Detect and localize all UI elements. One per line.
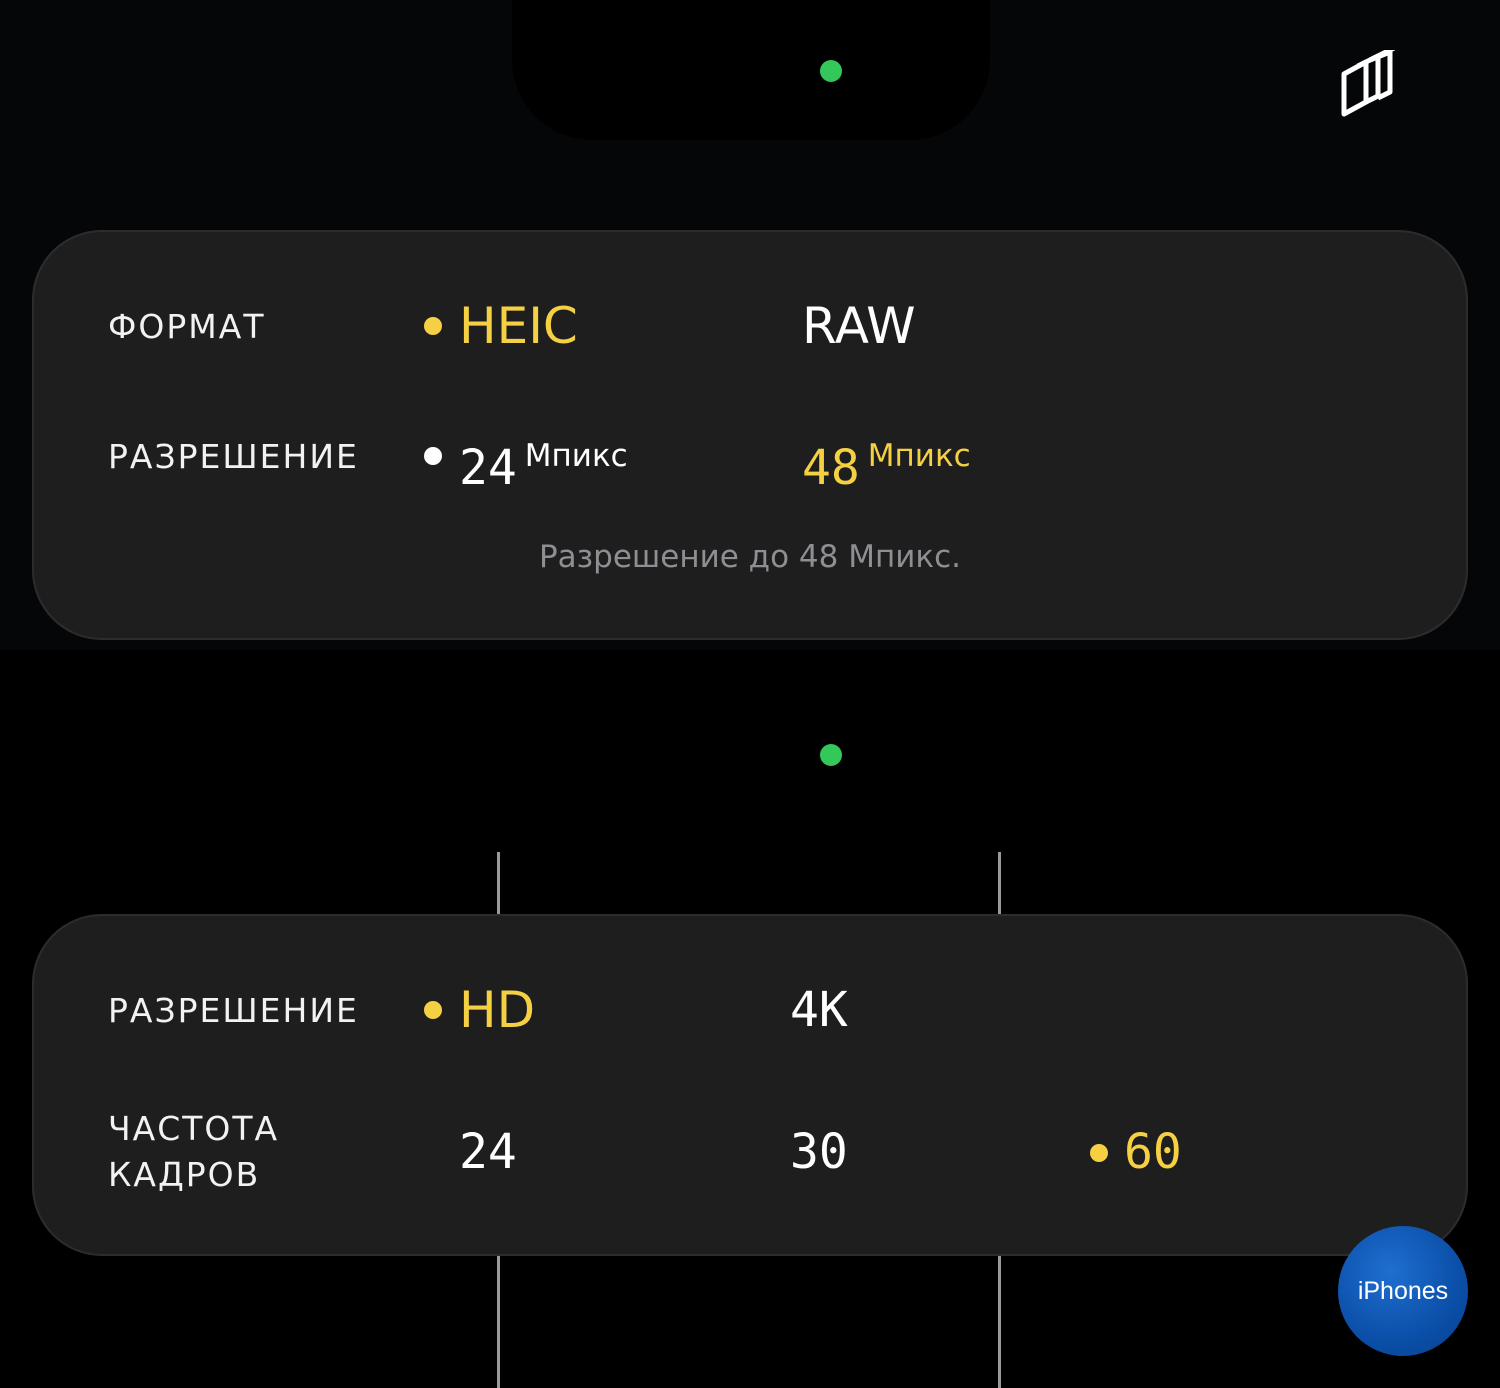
format-label: ФОРМАТ bbox=[108, 307, 266, 346]
iphones-watermark: iPhones bbox=[1338, 1226, 1468, 1356]
heic-selected-bullet bbox=[424, 317, 442, 335]
resolution-24-unit: Мпикс bbox=[524, 438, 628, 474]
guide-line bbox=[497, 852, 500, 914]
resolution-48-value: 48 bbox=[802, 440, 860, 496]
framerate-option-24[interactable]: 24 bbox=[459, 1124, 517, 1180]
guide-line bbox=[497, 1256, 500, 1388]
stacked-layers-icon[interactable] bbox=[1336, 50, 1406, 120]
framerate-label-line2: КАДРОВ bbox=[108, 1155, 261, 1194]
resolution-option-48mp[interactable]: 48 Мпикс bbox=[802, 428, 971, 496]
video-resolution-option-4k[interactable]: 4K bbox=[790, 982, 848, 1038]
video-resolution-label: РАЗРЕШЕНИЕ bbox=[108, 991, 359, 1030]
guide-line bbox=[998, 1256, 1001, 1388]
photo-settings-panel: ФОРМАТ HEIC RAW РАЗРЕШЕНИЕ 24 Мпикс 48 Мпи… bbox=[32, 230, 1468, 640]
resolution-24-bullet bbox=[424, 447, 442, 465]
video-resolution-option-hd[interactable]: HD bbox=[459, 982, 535, 1038]
resolution-option-24mp[interactable]: 24 Мпикс bbox=[459, 428, 628, 496]
framerate-label-line1: ЧАСТОТА bbox=[108, 1109, 280, 1148]
resolution-24-value: 24 bbox=[459, 440, 517, 496]
framerate-option-30[interactable]: 30 bbox=[790, 1124, 848, 1180]
framerate-option-60[interactable]: 60 bbox=[1124, 1124, 1182, 1180]
dynamic-island bbox=[512, 0, 990, 140]
format-option-heic[interactable]: HEIC bbox=[459, 298, 578, 354]
camera-indicator-dot-bottom bbox=[820, 744, 842, 766]
camera-indicator-dot-top bbox=[820, 60, 842, 82]
video-settings-panel: РАЗРЕШЕНИЕ HD 4K ЧАСТОТА КАДРОВ 24 30 60 bbox=[32, 914, 1468, 1256]
resolution-hint: Разрешение до 48 Мпикс. bbox=[538, 539, 962, 575]
hd-selected-bullet bbox=[424, 1001, 442, 1019]
framerate-label: ЧАСТОТА КАДРОВ bbox=[108, 1106, 279, 1198]
photo-resolution-label: РАЗРЕШЕНИЕ bbox=[108, 437, 359, 476]
format-option-raw[interactable]: RAW bbox=[802, 298, 916, 354]
resolution-48-unit: Мпикс bbox=[867, 438, 971, 474]
fps-60-selected-bullet bbox=[1090, 1144, 1108, 1162]
guide-line bbox=[998, 852, 1001, 914]
